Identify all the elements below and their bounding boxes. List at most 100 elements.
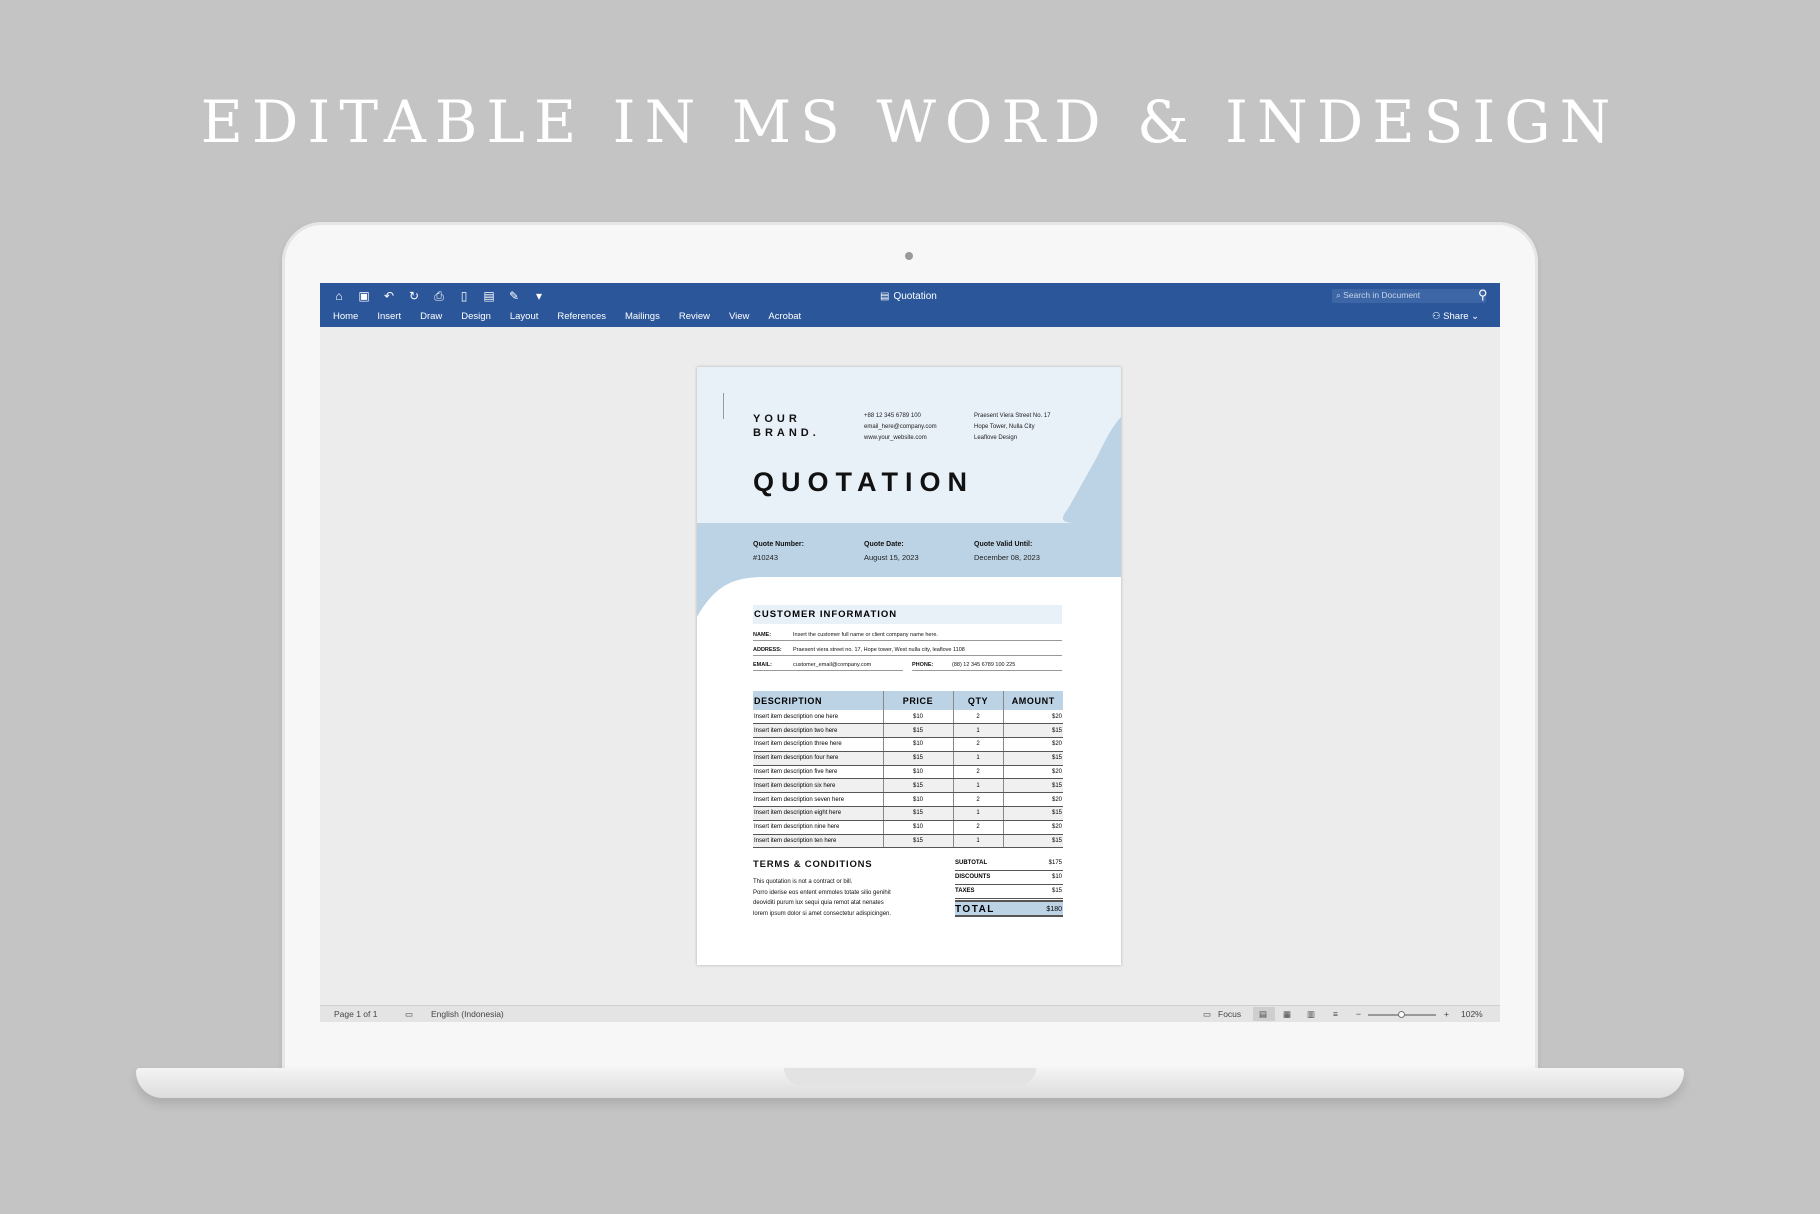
add-person-icon: ⚇ xyxy=(1432,311,1441,322)
item-amount: $15 xyxy=(1003,751,1063,766)
item-amount: $15 xyxy=(1003,806,1063,821)
customize-icon[interactable]: ▾ xyxy=(532,289,546,304)
email-label: EMAIL: xyxy=(753,662,772,668)
quote-date-label: Quote Date: xyxy=(864,541,904,548)
page-count[interactable]: Page 1 of 1 xyxy=(334,1009,377,1019)
status-bar: Page 1 of 1 ▭ English (Indonesia) ▭ Focu… xyxy=(320,1005,1500,1022)
item-qty: 2 xyxy=(953,710,1004,725)
name-label: NAME: xyxy=(753,632,772,638)
table-row[interactable]: Insert item description three here $10 2 $2… xyxy=(753,737,1063,752)
col-description: DESCRIPTION xyxy=(753,691,884,710)
web-layout-icon[interactable]: ▦ xyxy=(1283,1009,1291,1020)
edit-icon[interactable]: ✎ xyxy=(507,289,521,304)
item-price: $15 xyxy=(883,723,954,739)
item-amount: $15 xyxy=(1003,778,1063,794)
item-description: Insert item description four here xyxy=(753,751,884,766)
item-price: $10 xyxy=(883,710,954,725)
table-row[interactable]: Insert item description five here $10 2 $20 xyxy=(753,765,1063,780)
tab-review[interactable]: Review xyxy=(679,311,710,322)
page-title: QUOTATION xyxy=(753,467,974,497)
tab-insert[interactable]: Insert xyxy=(377,311,401,322)
headline: EDITABLE IN MS WORD & INDESIGN xyxy=(200,88,1620,156)
contact-block: +88 12 345 6789 100 email_here@company.c… xyxy=(864,411,937,444)
item-qty: 2 xyxy=(953,820,1004,835)
terms-heading: TERMS & CONDITIONS xyxy=(753,859,873,870)
col-amount: AMOUNT xyxy=(1003,691,1063,710)
email-value[interactable]: customer_email@company.com xyxy=(793,662,871,668)
email-text: email_here@company.com xyxy=(864,424,937,430)
name-value[interactable]: Insert the customer full name or client … xyxy=(793,632,938,638)
address-value[interactable]: Praesent viera street no. 17, Hope tower… xyxy=(793,647,965,653)
proofing-icon[interactable]: ▭ xyxy=(405,1009,413,1020)
address-line-3: Leaflove Design xyxy=(974,435,1018,441)
item-qty: 1 xyxy=(953,806,1004,821)
tab-acrobat[interactable]: Acrobat xyxy=(768,311,801,322)
tab-references[interactable]: References xyxy=(557,311,606,322)
phone-text: +88 12 345 6789 100 xyxy=(864,413,921,419)
read-mode-icon[interactable]: ▥ xyxy=(1307,1009,1315,1020)
undo-icon[interactable]: ↶ xyxy=(382,289,396,304)
item-amount: $20 xyxy=(1003,792,1063,808)
tab-draw[interactable]: Draw xyxy=(420,311,442,322)
tab-mailings[interactable]: Mailings xyxy=(625,311,660,322)
language-label[interactable]: English (Indonesia) xyxy=(431,1009,504,1019)
zoom-out-icon[interactable]: − xyxy=(1356,1009,1361,1019)
customer-address-row: ADDRESS: Praesent viera street no. 17, H… xyxy=(753,644,1062,656)
address-label: ADDRESS: xyxy=(753,647,782,653)
new-doc-icon[interactable]: ▯ xyxy=(457,289,471,304)
item-description: Insert item description three here xyxy=(753,737,884,752)
phone-label: PHONE: xyxy=(912,662,934,668)
word-window: ⌂ ▣ ↶ ↻ ⎙ ▯ ▤ ✎ ▾ ▤ Quotation ⌕ Search i… xyxy=(320,283,1500,1022)
profile-icon[interactable]: ⚲ xyxy=(1478,287,1488,303)
item-amount: $15 xyxy=(1003,723,1063,739)
valid-until-label: Quote Valid Until: xyxy=(974,541,1033,548)
redo-icon[interactable]: ↻ xyxy=(407,289,421,304)
save-icon[interactable]: ▣ xyxy=(357,289,371,304)
taxes-value: $15 xyxy=(1051,888,1062,894)
focus-icon[interactable]: ▭ xyxy=(1203,1009,1211,1020)
item-qty: 1 xyxy=(953,751,1004,766)
home-icon[interactable]: ⌂ xyxy=(332,289,346,304)
tab-home[interactable]: Home xyxy=(333,311,358,322)
tab-design[interactable]: Design xyxy=(461,311,491,322)
document-page[interactable]: YOUR BRAND. +88 12 345 6789 100 email_he… xyxy=(697,367,1121,965)
item-description: Insert item description one here xyxy=(753,710,884,725)
discounts-row: DISCOUNTS $10 xyxy=(955,871,1063,885)
table-row[interactable]: Insert item description ten here $15 1 $15 xyxy=(753,834,1063,849)
item-description: Insert item description eight here xyxy=(753,806,884,821)
table-row[interactable]: Insert item description two here $15 1 $15 xyxy=(753,723,1063,739)
phone-value[interactable]: (88) 12 345 6789 100 225 xyxy=(952,662,1015,668)
table-row[interactable]: Insert item description six here $15 1 $15 xyxy=(753,778,1063,794)
item-price: $15 xyxy=(883,778,954,794)
item-qty: 2 xyxy=(953,737,1004,752)
document-title: ▤ Quotation xyxy=(880,291,937,302)
laptop-notch xyxy=(784,1068,1036,1086)
customer-email-row: EMAIL: customer_email@company.com xyxy=(753,659,903,671)
zoom-level[interactable]: 102% xyxy=(1461,1009,1483,1019)
item-amount: $20 xyxy=(1003,820,1063,835)
table-row[interactable]: Insert item description eight here $15 1 $1… xyxy=(753,806,1063,821)
tab-view[interactable]: View xyxy=(729,311,749,322)
item-amount: $20 xyxy=(1003,765,1063,780)
quote-number: #10243 xyxy=(753,553,779,562)
focus-label[interactable]: Focus xyxy=(1218,1009,1241,1019)
brand-bar xyxy=(723,393,724,419)
table-row[interactable]: Insert item description nine here $10 2 $20 xyxy=(753,820,1063,835)
format-icon[interactable]: ▤ xyxy=(482,289,496,304)
table-row[interactable]: Insert item description four here $15 1 $15 xyxy=(753,751,1063,766)
share-button[interactable]: ⚇ Share ⌄ xyxy=(1432,311,1479,322)
table-row[interactable]: Insert item description seven here $10 2 $2… xyxy=(753,792,1063,808)
item-description: Insert item description two here xyxy=(753,723,884,739)
table-row[interactable]: Insert item description one here $10 2 $20 xyxy=(753,710,1063,725)
outline-icon[interactable]: ≡ xyxy=(1333,1009,1338,1019)
taxes-row: TAXES $15 xyxy=(955,885,1063,899)
total-value: $180 xyxy=(1046,906,1062,913)
zoom-in-icon[interactable]: + xyxy=(1444,1009,1449,1019)
item-price: $15 xyxy=(883,834,954,849)
zoom-slider-knob[interactable] xyxy=(1398,1011,1405,1018)
search-input[interactable]: ⌕ Search in Document xyxy=(1332,289,1486,303)
print-icon[interactable]: ⎙ xyxy=(432,289,446,304)
address-block: Praesent Viera Street No. 17 Hope Tower,… xyxy=(974,411,1051,444)
item-qty: 2 xyxy=(953,765,1004,780)
tab-layout[interactable]: Layout xyxy=(510,311,539,322)
